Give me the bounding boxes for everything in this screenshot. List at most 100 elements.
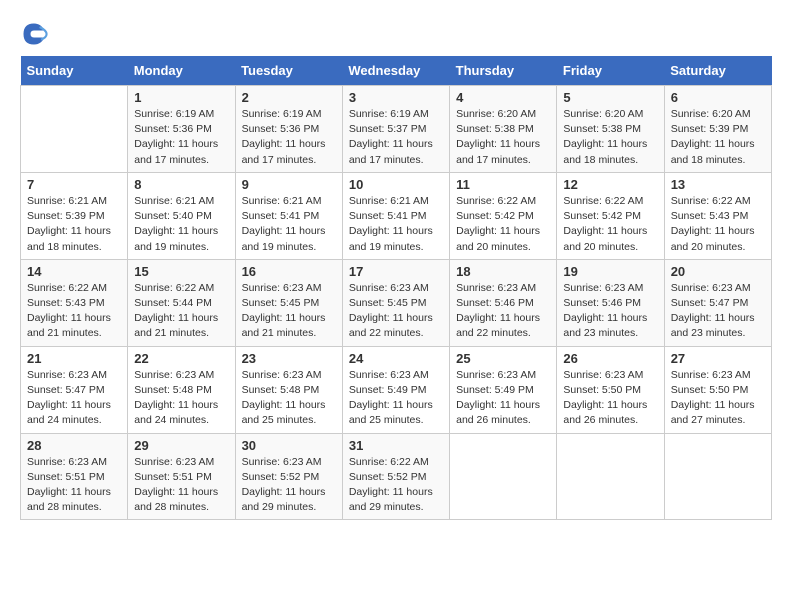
day-info: Sunrise: 6:23 AMSunset: 5:46 PMDaylight:… bbox=[563, 281, 657, 342]
day-number: 9 bbox=[242, 177, 336, 192]
page-header bbox=[20, 20, 772, 48]
day-cell: 21 Sunrise: 6:23 AMSunset: 5:47 PMDayligh… bbox=[21, 346, 128, 433]
day-info: Sunrise: 6:22 AMSunset: 5:42 PMDaylight:… bbox=[563, 194, 657, 255]
day-cell: 19Sunrise: 6:23 AMSunset: 5:46 PMDayligh… bbox=[557, 259, 664, 346]
day-info: Sunrise: 6:23 AMSunset: 5:47 PMDaylight:… bbox=[27, 368, 121, 429]
column-header-saturday: Saturday bbox=[664, 56, 771, 86]
day-number: 14 bbox=[27, 264, 121, 279]
day-number: 17 bbox=[349, 264, 443, 279]
day-number: 20 bbox=[671, 264, 765, 279]
day-cell: 17 Sunrise: 6:23 AMSunset: 5:45 PMDayligh… bbox=[342, 259, 449, 346]
day-cell: 16 Sunrise: 6:23 AMSunset: 5:45 PMDayligh… bbox=[235, 259, 342, 346]
day-number: 23 bbox=[242, 351, 336, 366]
day-number: 8 bbox=[134, 177, 228, 192]
day-number: 18 bbox=[456, 264, 550, 279]
calendar-table: SundayMondayTuesdayWednesdayThursdayFrid… bbox=[20, 56, 772, 520]
day-number: 11 bbox=[456, 177, 550, 192]
calendar-header: SundayMondayTuesdayWednesdayThursdayFrid… bbox=[21, 56, 772, 86]
day-info: Sunrise: 6:23 AMSunset: 5:50 PMDaylight:… bbox=[563, 368, 657, 429]
logo bbox=[20, 20, 52, 48]
day-info: Sunrise: 6:23 AMSunset: 5:45 PMDaylight:… bbox=[349, 281, 443, 342]
day-info: Sunrise: 6:23 AMSunset: 5:46 PMDaylight:… bbox=[456, 281, 550, 342]
day-number: 27 bbox=[671, 351, 765, 366]
day-info: Sunrise: 6:23 AMSunset: 5:47 PMDaylight:… bbox=[671, 281, 765, 342]
day-number: 26 bbox=[563, 351, 657, 366]
day-info: Sunrise: 6:23 AMSunset: 5:48 PMDaylight:… bbox=[134, 368, 228, 429]
day-info: Sunrise: 6:19 AMSunset: 5:36 PMDaylight:… bbox=[134, 107, 228, 168]
week-row-1: 1Sunrise: 6:19 AMSunset: 5:36 PMDaylight… bbox=[21, 86, 772, 173]
day-cell: 1Sunrise: 6:19 AMSunset: 5:36 PMDaylight… bbox=[128, 86, 235, 173]
day-cell: 12 Sunrise: 6:22 AMSunset: 5:42 PMDayligh… bbox=[557, 172, 664, 259]
day-number: 24 bbox=[349, 351, 443, 366]
day-cell: 3 Sunrise: 6:19 AMSunset: 5:37 PMDaylight… bbox=[342, 86, 449, 173]
day-cell: 20 Sunrise: 6:23 AMSunset: 5:47 PMDayligh… bbox=[664, 259, 771, 346]
day-info: Sunrise: 6:23 AMSunset: 5:49 PMDaylight:… bbox=[349, 368, 443, 429]
day-cell: 11Sunrise: 6:22 AMSunset: 5:42 PMDayligh… bbox=[450, 172, 557, 259]
week-row-2: 7Sunrise: 6:21 AMSunset: 5:39 PMDaylight… bbox=[21, 172, 772, 259]
day-info: Sunrise: 6:21 AMSunset: 5:40 PMDaylight:… bbox=[134, 194, 228, 255]
day-number: 31 bbox=[349, 438, 443, 453]
day-cell: 14 Sunrise: 6:22 AMSunset: 5:43 PMDayligh… bbox=[21, 259, 128, 346]
day-number: 10 bbox=[349, 177, 443, 192]
day-cell: 30 Sunrise: 6:23 AMSunset: 5:52 PMDayligh… bbox=[235, 433, 342, 520]
logo-icon bbox=[20, 20, 48, 48]
day-number: 12 bbox=[563, 177, 657, 192]
day-cell: 26 Sunrise: 6:23 AMSunset: 5:50 PMDayligh… bbox=[557, 346, 664, 433]
day-cell: 23 Sunrise: 6:23 AMSunset: 5:48 PMDayligh… bbox=[235, 346, 342, 433]
day-info: Sunrise: 6:22 AMSunset: 5:44 PMDaylight:… bbox=[134, 281, 228, 342]
day-cell bbox=[450, 433, 557, 520]
day-cell: 13 Sunrise: 6:22 AMSunset: 5:43 PMDayligh… bbox=[664, 172, 771, 259]
day-info: Sunrise: 6:20 AMSunset: 5:38 PMDaylight:… bbox=[456, 107, 550, 168]
day-info: Sunrise: 6:23 AMSunset: 5:49 PMDaylight:… bbox=[456, 368, 550, 429]
day-number: 2 bbox=[242, 90, 336, 105]
day-info: Sunrise: 6:23 AMSunset: 5:52 PMDaylight:… bbox=[242, 455, 336, 516]
day-number: 6 bbox=[671, 90, 765, 105]
day-info: Sunrise: 6:20 AMSunset: 5:38 PMDaylight:… bbox=[563, 107, 657, 168]
day-cell: 10Sunrise: 6:21 AMSunset: 5:41 PMDayligh… bbox=[342, 172, 449, 259]
day-cell: 29Sunrise: 6:23 AMSunset: 5:51 PMDayligh… bbox=[128, 433, 235, 520]
day-info: Sunrise: 6:20 AMSunset: 5:39 PMDaylight:… bbox=[671, 107, 765, 168]
day-number: 16 bbox=[242, 264, 336, 279]
day-info: Sunrise: 6:23 AMSunset: 5:51 PMDaylight:… bbox=[134, 455, 228, 516]
day-info: Sunrise: 6:23 AMSunset: 5:45 PMDaylight:… bbox=[242, 281, 336, 342]
week-row-5: 28 Sunrise: 6:23 AMSunset: 5:51 PMDayligh… bbox=[21, 433, 772, 520]
day-number: 25 bbox=[456, 351, 550, 366]
day-number: 15 bbox=[134, 264, 228, 279]
day-info: Sunrise: 6:23 AMSunset: 5:50 PMDaylight:… bbox=[671, 368, 765, 429]
week-row-3: 14 Sunrise: 6:22 AMSunset: 5:43 PMDayligh… bbox=[21, 259, 772, 346]
column-header-wednesday: Wednesday bbox=[342, 56, 449, 86]
column-header-monday: Monday bbox=[128, 56, 235, 86]
day-info: Sunrise: 6:21 AMSunset: 5:41 PMDaylight:… bbox=[242, 194, 336, 255]
day-number: 30 bbox=[242, 438, 336, 453]
day-number: 21 bbox=[27, 351, 121, 366]
day-cell: 28Sunrise: 6:23 AMSunset: 5:51 PMDayligh… bbox=[21, 433, 128, 520]
day-number: 13 bbox=[671, 177, 765, 192]
day-cell: 27 Sunrise: 6:23 AMSunset: 5:50 PMDayligh… bbox=[664, 346, 771, 433]
column-header-sunday: Sunday bbox=[21, 56, 128, 86]
day-cell: 22 Sunrise: 6:23 AMSunset: 5:48 PMDayligh… bbox=[128, 346, 235, 433]
day-info: Sunrise: 6:21 AMSunset: 5:39 PMDaylight:… bbox=[27, 194, 121, 255]
day-info: Sunrise: 6:19 AMSunset: 5:36 PMDaylight:… bbox=[242, 107, 336, 168]
day-cell bbox=[557, 433, 664, 520]
column-header-tuesday: Tuesday bbox=[235, 56, 342, 86]
day-number: 22 bbox=[134, 351, 228, 366]
day-number: 3 bbox=[349, 90, 443, 105]
day-info: Sunrise: 6:19 AMSunset: 5:37 PMDaylight:… bbox=[349, 107, 443, 168]
day-info: Sunrise: 6:22 AMSunset: 5:43 PMDaylight:… bbox=[27, 281, 121, 342]
week-row-4: 21 Sunrise: 6:23 AMSunset: 5:47 PMDayligh… bbox=[21, 346, 772, 433]
column-header-friday: Friday bbox=[557, 56, 664, 86]
day-info: Sunrise: 6:22 AMSunset: 5:43 PMDaylight:… bbox=[671, 194, 765, 255]
day-number: 5 bbox=[563, 90, 657, 105]
column-header-thursday: Thursday bbox=[450, 56, 557, 86]
day-info: Sunrise: 6:22 AMSunset: 5:52 PMDaylight:… bbox=[349, 455, 443, 516]
day-cell: 9 Sunrise: 6:21 AMSunset: 5:41 PMDaylight… bbox=[235, 172, 342, 259]
day-number: 28 bbox=[27, 438, 121, 453]
day-cell bbox=[664, 433, 771, 520]
day-cell: 6 Sunrise: 6:20 AMSunset: 5:39 PMDaylight… bbox=[664, 86, 771, 173]
day-cell: 7Sunrise: 6:21 AMSunset: 5:39 PMDaylight… bbox=[21, 172, 128, 259]
day-info: Sunrise: 6:23 AMSunset: 5:48 PMDaylight:… bbox=[242, 368, 336, 429]
day-cell: 5 Sunrise: 6:20 AMSunset: 5:38 PMDaylight… bbox=[557, 86, 664, 173]
day-cell: 31 Sunrise: 6:22 AMSunset: 5:52 PMDayligh… bbox=[342, 433, 449, 520]
day-cell bbox=[21, 86, 128, 173]
day-cell: 8 Sunrise: 6:21 AMSunset: 5:40 PMDaylight… bbox=[128, 172, 235, 259]
